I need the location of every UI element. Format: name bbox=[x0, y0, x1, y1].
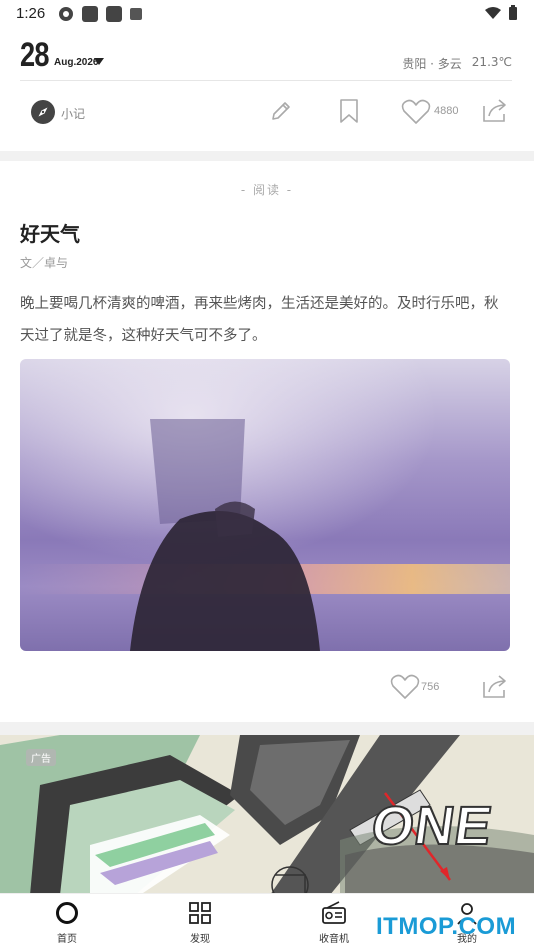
weather-info: 贵阳 · 多云 21.3℃ bbox=[402, 55, 512, 72]
heart-icon[interactable] bbox=[401, 99, 431, 125]
article-author: 文／卓与 bbox=[20, 256, 69, 270]
notes-label[interactable]: 小记 bbox=[61, 105, 85, 122]
compass-icon[interactable] bbox=[31, 100, 55, 124]
ad-brand-text: ONE bbox=[367, 795, 497, 857]
weather-location: 贵阳 · 多云 bbox=[402, 57, 462, 71]
article-title[interactable]: 好天气 bbox=[20, 218, 80, 247]
radio-icon bbox=[322, 901, 346, 924]
date-dropdown-icon[interactable] bbox=[94, 58, 104, 65]
nav-home-label: 首页 bbox=[57, 934, 77, 945]
weather-temperature: 21.3℃ bbox=[471, 55, 512, 69]
date-month-year[interactable]: Aug.2026 bbox=[54, 57, 98, 68]
article-excerpt[interactable]: 晚上要喝几杯清爽的啤酒，再来些烤肉，生活还是美好的。及时行乐吧，秋天过了就是冬，… bbox=[20, 288, 510, 352]
watermark: ITMOP.COM bbox=[376, 913, 517, 940]
article-cover-image[interactable] bbox=[20, 359, 510, 651]
date-day: 28 bbox=[20, 36, 49, 74]
home-circle-icon bbox=[56, 902, 78, 924]
notification-icon bbox=[82, 6, 98, 22]
nav-discover-label: 发现 bbox=[190, 934, 210, 945]
app-notification-icon bbox=[59, 7, 73, 21]
status-bar: 1:26 bbox=[0, 0, 534, 28]
notification-icon bbox=[130, 8, 142, 20]
section-divider bbox=[0, 151, 534, 161]
status-notification-icons bbox=[58, 6, 142, 22]
status-time: 1:26 bbox=[16, 5, 46, 22]
header-divider bbox=[20, 80, 512, 81]
battery-icon bbox=[509, 5, 517, 20]
wifi-icon bbox=[485, 7, 501, 19]
nav-radio-label: 收音机 bbox=[319, 934, 349, 945]
grid-icon bbox=[189, 902, 211, 924]
nav-radio[interactable]: 收音机 bbox=[299, 900, 369, 945]
nav-home[interactable]: 首页 bbox=[32, 900, 102, 945]
bookmark-icon[interactable] bbox=[337, 98, 361, 124]
nav-discover[interactable]: 发现 bbox=[165, 900, 235, 945]
like-count: 4880 bbox=[434, 105, 459, 117]
notification-icon bbox=[106, 6, 122, 22]
article-category: - 阅读 - bbox=[240, 183, 294, 197]
section-divider bbox=[0, 722, 534, 735]
daily-toolbar: 小记 4880 bbox=[0, 90, 534, 136]
article-like-icon[interactable] bbox=[390, 674, 420, 700]
ad-banner[interactable]: 广告 ONE bbox=[0, 735, 534, 895]
pencil-icon[interactable] bbox=[268, 98, 294, 124]
article-share-icon[interactable] bbox=[480, 674, 508, 700]
share-icon[interactable] bbox=[480, 98, 508, 124]
ad-badge: 广告 bbox=[26, 749, 56, 766]
article-like-count: 756 bbox=[421, 681, 440, 693]
